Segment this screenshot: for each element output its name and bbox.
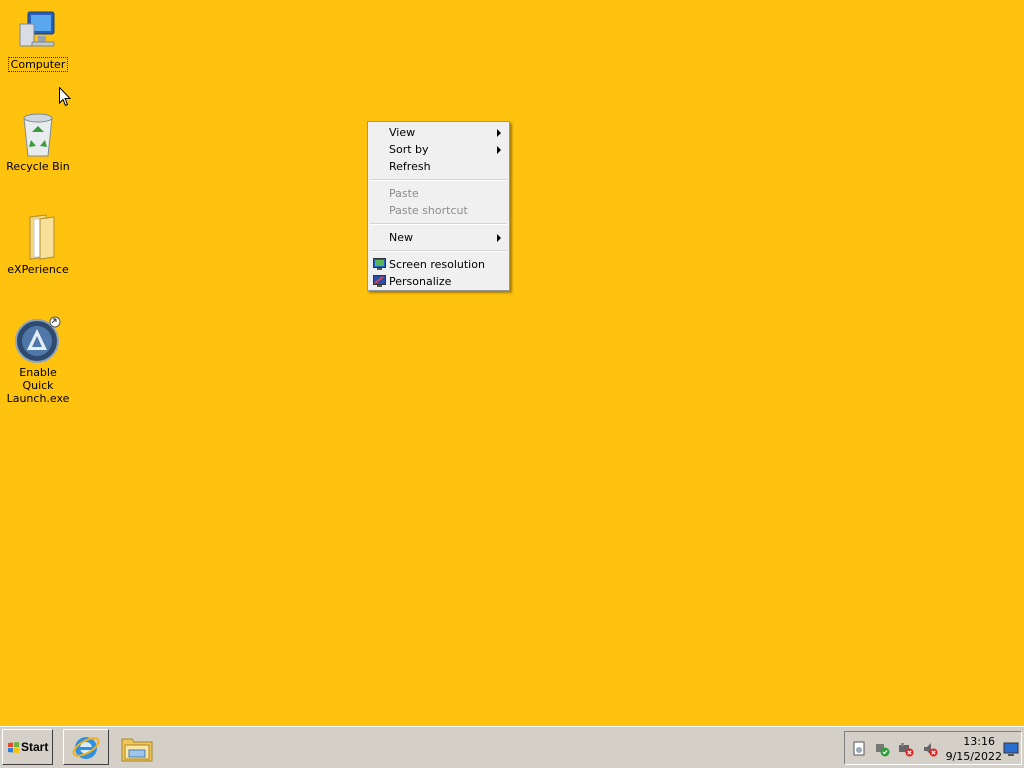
- taskbar-pinned-windows-explorer[interactable]: [113, 729, 159, 765]
- personalize-icon: [373, 275, 386, 287]
- taskbar: Start 13:16 9/15/2022: [0, 726, 1024, 768]
- submenu-arrow-icon: [497, 129, 501, 137]
- desktop-icon-label: Computer: [7, 57, 69, 72]
- menu-item-refresh[interactable]: Refresh: [368, 158, 509, 175]
- mouse-cursor-icon: [59, 87, 71, 107]
- menu-item-screen-resolution[interactable]: Screen resolution: [368, 256, 509, 273]
- menu-item-label: View: [389, 126, 416, 139]
- desktop-context-menu: View Sort by Refresh Paste Paste shortcu…: [367, 121, 510, 291]
- menu-item-label: Paste shortcut: [389, 204, 468, 217]
- desktop-icon-label: eXPerience: [7, 263, 69, 276]
- menu-item-personalize[interactable]: Personalize: [368, 273, 509, 290]
- desktop-icon-label: Recycle Bin: [6, 160, 70, 173]
- menu-item-label: Paste: [389, 187, 419, 200]
- clock-time[interactable]: 13:16: [951, 735, 995, 748]
- submenu-arrow-icon: [497, 234, 501, 242]
- windows-logo-icon: [8, 742, 19, 753]
- desktop-icon-experience[interactable]: eXPerience: [1, 213, 75, 276]
- menu-item-paste: Paste: [368, 185, 509, 202]
- start-button[interactable]: Start: [2, 729, 53, 765]
- menu-item-view[interactable]: View: [368, 124, 509, 141]
- network-disconnected-icon[interactable]: [898, 741, 914, 757]
- menu-item-new[interactable]: New: [368, 229, 509, 246]
- menu-separator: [370, 223, 507, 225]
- clock-date[interactable]: 9/15/2022: [945, 750, 1002, 763]
- menu-item-sort-by[interactable]: Sort by: [368, 141, 509, 158]
- menu-item-label: Personalize: [389, 275, 452, 288]
- menu-item-label: Screen resolution: [389, 258, 485, 271]
- desktop-icon-label: Enable Quick Launch.exe: [6, 366, 70, 405]
- windows-explorer-icon: [121, 738, 153, 762]
- screen-resolution-icon: [373, 258, 386, 270]
- menu-item-label: Sort by: [389, 143, 429, 156]
- app-icon: [14, 316, 62, 364]
- start-label: Start: [21, 740, 49, 754]
- menu-item-label: New: [389, 231, 413, 244]
- action-center-icon[interactable]: [851, 741, 867, 757]
- internet-explorer-icon: [72, 737, 100, 759]
- system-tray: 13:16 9/15/2022: [844, 731, 1022, 765]
- desktop[interactable]: Computer Recycle Bin eXPerience Enable Q…: [0, 0, 1024, 726]
- taskbar-pinned-internet-explorer[interactable]: [63, 729, 109, 765]
- submenu-arrow-icon: [497, 146, 501, 154]
- menu-item-label: Refresh: [389, 160, 431, 173]
- recycle-bin-icon: [14, 110, 62, 158]
- menu-separator: [370, 179, 507, 181]
- computer-icon: [14, 8, 62, 56]
- desktop-icon-recycle-bin[interactable]: Recycle Bin: [1, 110, 75, 173]
- desktop-icon-enable-quick-launch[interactable]: Enable Quick Launch.exe: [1, 316, 75, 405]
- desktop-icon-computer[interactable]: Computer: [1, 8, 75, 72]
- menu-separator: [370, 250, 507, 252]
- network-connected-icon[interactable]: [874, 741, 890, 757]
- show-desktop-icon[interactable]: [1003, 741, 1019, 757]
- volume-muted-icon[interactable]: [922, 741, 938, 757]
- menu-item-paste-shortcut: Paste shortcut: [368, 202, 509, 219]
- folder-icon: [14, 213, 62, 261]
